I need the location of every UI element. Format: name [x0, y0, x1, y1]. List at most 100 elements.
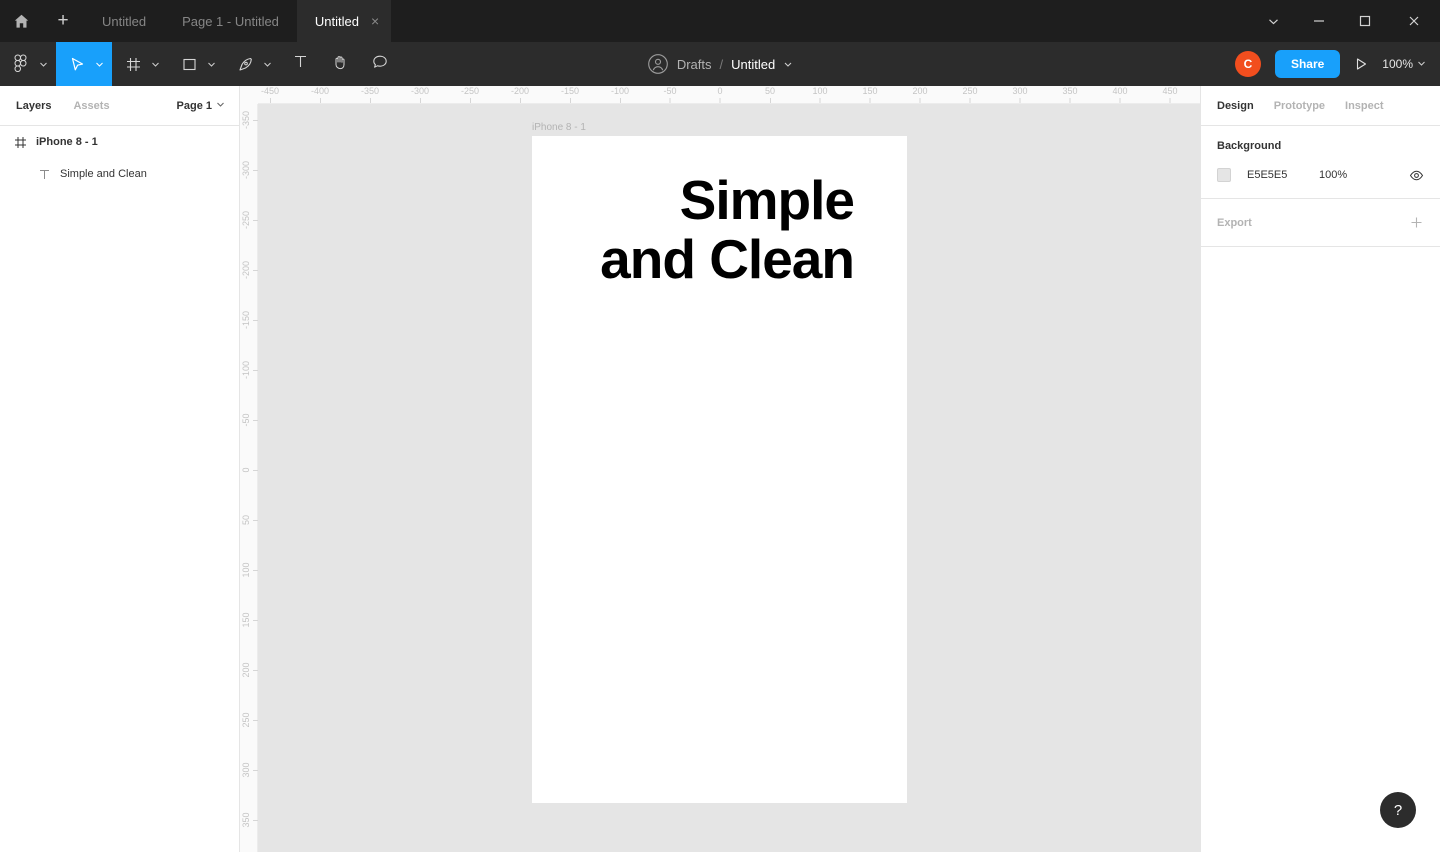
minimize-button[interactable] [1296, 0, 1342, 42]
ruler-tick-h: 300 [1012, 86, 1028, 103]
color-swatch[interactable] [1217, 168, 1231, 182]
layer-item-frame-label: iPhone 8 - 1 [36, 136, 98, 148]
background-title: Background [1217, 140, 1282, 152]
ruler-tick-v: -250 [240, 211, 258, 229]
hand-icon [331, 53, 349, 76]
artboard[interactable]: Simple and Clean [532, 136, 907, 803]
ruler-tick-h: 50 [765, 86, 775, 103]
ruler-tick-v: -150 [240, 311, 258, 329]
ruler-tick-h: 200 [912, 86, 928, 103]
chevron-down-icon [92, 60, 106, 69]
artboard-label[interactable]: iPhone 8 - 1 [532, 122, 586, 133]
ruler-tick-h: -300 [411, 86, 429, 103]
artboard-heading[interactable]: Simple and Clean [594, 171, 855, 289]
ruler-tick-v: -200 [240, 261, 258, 279]
page-selector[interactable]: Page 1 [177, 100, 225, 112]
tab-prototype[interactable]: Prototype [1274, 100, 1325, 112]
ruler-tick-h: 350 [1062, 86, 1078, 103]
rectangle-icon [174, 56, 204, 73]
close-icon [1409, 16, 1419, 26]
eye-icon[interactable] [1409, 168, 1424, 183]
horizontal-ruler[interactable]: -450 -400 -350 -300 -250 -200 -150 -100 -50 0 50 10… [240, 86, 1200, 104]
ruler-tick-v: 300 [240, 762, 258, 778]
play-icon [1357, 58, 1367, 70]
chevron-down-icon [148, 60, 162, 69]
layer-item-frame[interactable]: iPhone 8 - 1 [0, 126, 239, 158]
layer-item-text-label: Simple and Clean [60, 168, 147, 180]
ruler-tick-v: 100 [240, 562, 258, 578]
ruler-tick-h: 0 [717, 86, 723, 103]
ruler-tick-v: -50 [240, 413, 258, 427]
ruler-tick-h: -100 [611, 86, 629, 103]
ruler-tick-h: -50 [663, 86, 677, 103]
present-button[interactable] [1340, 42, 1382, 86]
close-window-button[interactable] [1388, 0, 1440, 42]
ruler-tick-h: 450 [1162, 86, 1178, 103]
export-title: Export [1217, 216, 1252, 229]
document-tab-2[interactable]: Page 1 - Untitled [164, 0, 297, 42]
ruler-tick-v: 0 [240, 467, 258, 473]
zoom-level-label: 100% [1382, 57, 1413, 71]
breadcrumb-project[interactable]: Drafts [677, 57, 712, 72]
avatar[interactable]: C [1234, 51, 1261, 77]
breadcrumb-file-name[interactable]: Untitled [731, 57, 775, 72]
chevron-down-icon [260, 60, 274, 69]
help-button[interactable]: ? [1380, 792, 1416, 828]
chevron-down-icon [204, 60, 218, 69]
chevron-down-icon [216, 100, 225, 112]
ruler-tick-h: -150 [561, 86, 579, 103]
tab-inspect[interactable]: Inspect [1345, 100, 1384, 112]
vertical-ruler[interactable]: -350 -300 -250 -200 -150 -100 -50 0 50 100 150 200 2… [240, 86, 258, 852]
ruler-tick-h: -200 [511, 86, 529, 103]
canvas[interactable]: iPhone 8 - 1 Simple and Clean -450 -400 -3… [240, 86, 1200, 852]
chevron-down-icon[interactable] [783, 59, 793, 69]
comment-icon [371, 53, 389, 76]
design-panel-tabs: Design Prototype Inspect [1201, 86, 1440, 126]
ruler-tick-h: 400 [1112, 86, 1128, 103]
window-chevron-button[interactable] [1250, 0, 1296, 42]
ruler-tick-v: 200 [240, 662, 258, 678]
figma-menu-button[interactable] [0, 42, 56, 86]
tab-close-icon[interactable]: × [371, 14, 379, 28]
maximize-button[interactable] [1342, 0, 1388, 42]
ruler-tick-v: 150 [240, 612, 258, 628]
new-tab-button[interactable]: + [42, 0, 84, 42]
document-tab-3-active[interactable]: Untitled × [296, 0, 392, 42]
layers-panel: Layers Assets Page 1 iPhone 8 - 1 Simple… [0, 86, 240, 852]
text-icon [292, 53, 309, 75]
opacity-value[interactable]: 100% [1319, 169, 1347, 181]
ruler-tick-h: -400 [311, 86, 329, 103]
home-icon [14, 14, 28, 28]
plus-icon[interactable] [1409, 215, 1424, 230]
comment-tool[interactable] [360, 42, 400, 86]
figma-window: + Untitled Page 1 - Untitled Untitled × [0, 0, 1440, 852]
ruler-tick-h: -350 [361, 86, 379, 103]
color-hex-value[interactable]: E5E5E5 [1247, 169, 1319, 181]
text-icon [38, 168, 60, 181]
text-tool[interactable] [280, 42, 320, 86]
share-button[interactable]: Share [1274, 50, 1341, 78]
move-tool[interactable] [56, 42, 112, 86]
export-section: Export [1201, 199, 1440, 247]
ruler-tick-h: 250 [962, 86, 978, 103]
document-tab-1[interactable]: Untitled [84, 0, 164, 42]
tab-assets[interactable]: Assets [73, 100, 109, 112]
pen-tool[interactable] [224, 42, 280, 86]
home-button[interactable] [0, 0, 42, 42]
toolbar-right-cluster: C Share 100% [1234, 42, 1440, 86]
ruler-tick-v: -350 [240, 111, 258, 129]
tab-layers[interactable]: Layers [16, 100, 51, 112]
zoom-control[interactable]: 100% [1382, 57, 1440, 71]
chevron-down-icon [36, 60, 50, 69]
tab-design[interactable]: Design [1217, 100, 1254, 112]
shape-tool[interactable] [168, 42, 224, 86]
document-tab-3-label: Untitled [314, 13, 359, 29]
ruler-tick-v: 50 [240, 515, 258, 525]
ruler-tick-h: -450 [261, 86, 279, 103]
frame-tool[interactable] [112, 42, 168, 86]
layer-item-text[interactable]: Simple and Clean [0, 158, 239, 190]
hand-tool[interactable] [320, 42, 360, 86]
ruler-tick-v: -100 [240, 361, 258, 379]
chevron-down-icon [1417, 57, 1426, 71]
layers-panel-tabs: Layers Assets Page 1 [0, 86, 239, 126]
